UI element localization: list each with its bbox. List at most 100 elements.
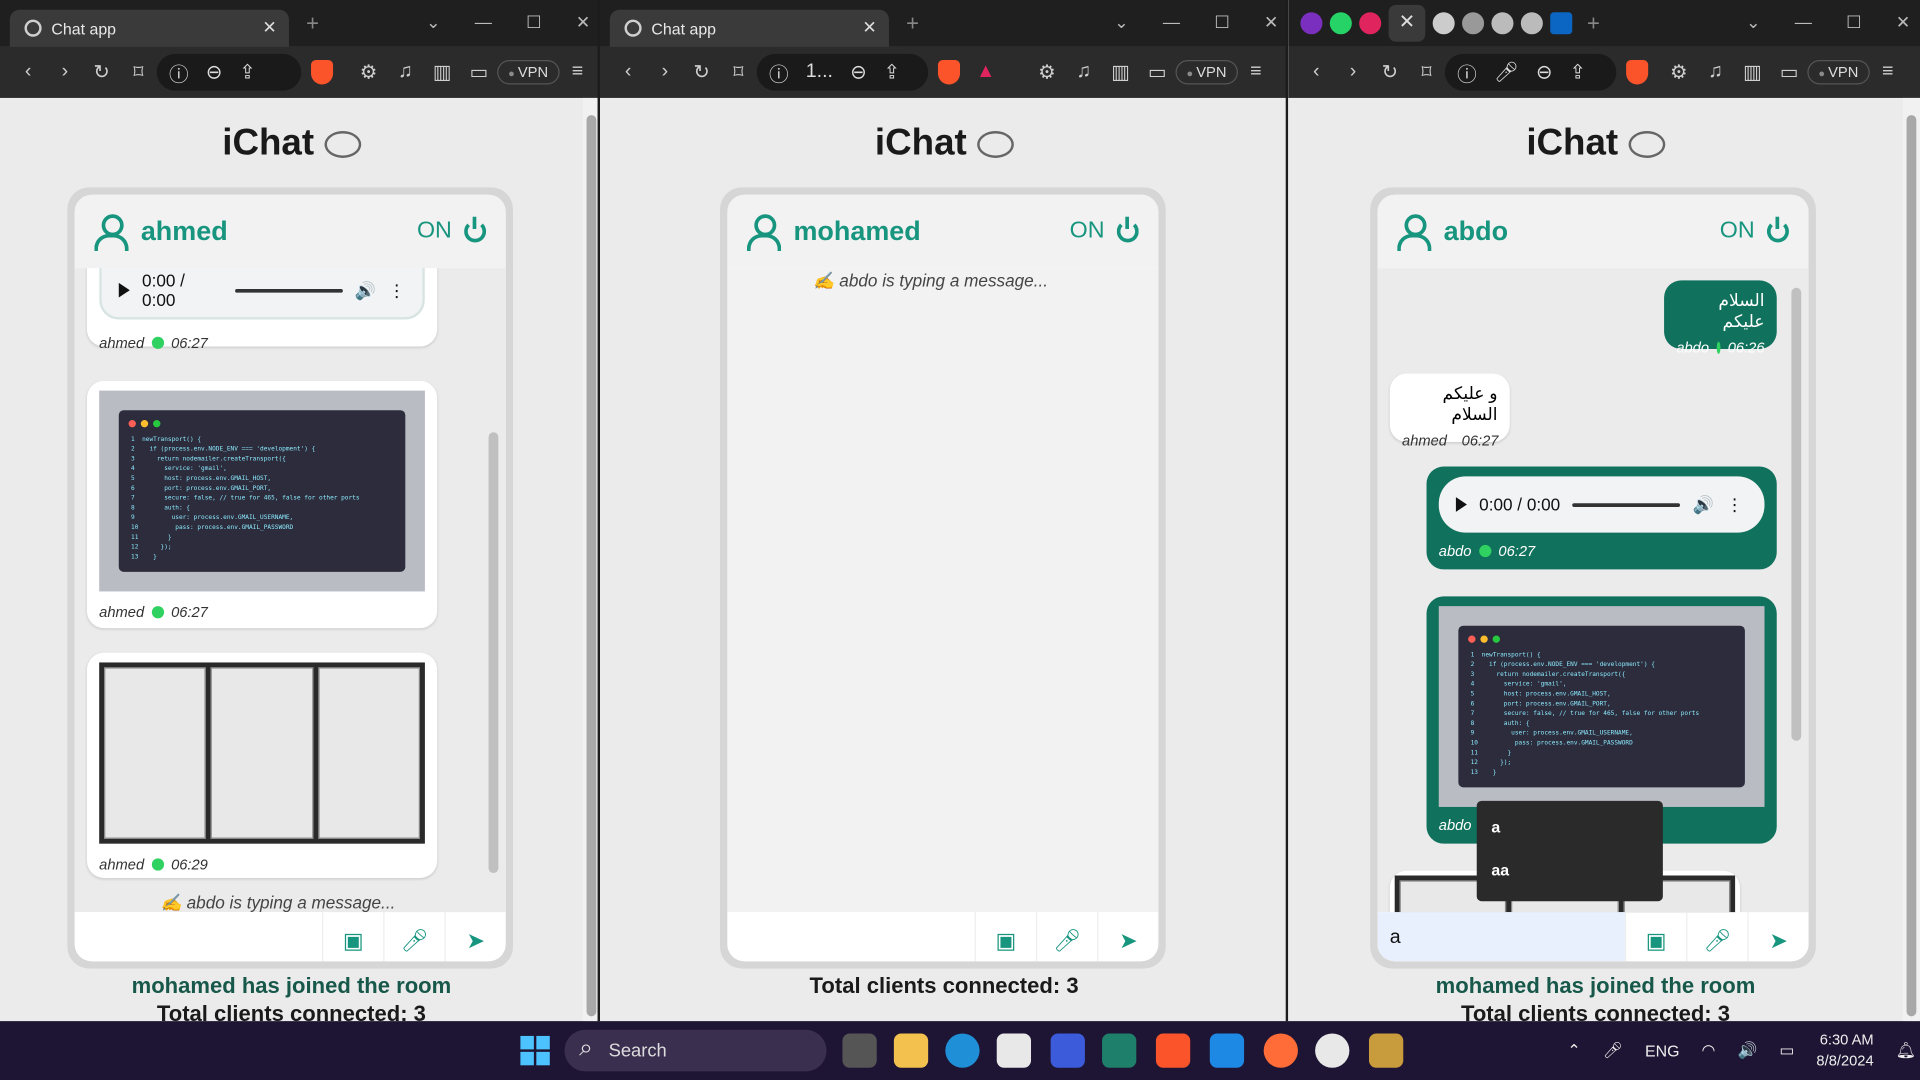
share-icon[interactable]: ⇪ bbox=[884, 60, 900, 84]
mongodb-icon[interactable] bbox=[1315, 1033, 1350, 1068]
new-tab-icon[interactable]: + bbox=[906, 10, 919, 36]
send-icon[interactable]: ➤ bbox=[1747, 912, 1808, 962]
close-tab-icon[interactable]: ✕ bbox=[862, 17, 876, 38]
bookmark-icon[interactable]: ⌑ bbox=[720, 60, 757, 84]
send-icon[interactable]: ➤ bbox=[1097, 912, 1158, 962]
brave-rewards-icon[interactable]: ▲ bbox=[967, 61, 1004, 83]
status-toggle[interactable]: ON bbox=[1720, 216, 1789, 245]
github-tab-icon[interactable] bbox=[1520, 12, 1543, 35]
pinned-tab-icon[interactable] bbox=[1300, 12, 1323, 35]
zoom-icon[interactable]: ⊖ bbox=[850, 60, 866, 84]
status-toggle[interactable]: ON bbox=[417, 216, 487, 245]
send-icon[interactable]: ➤ bbox=[444, 912, 505, 962]
share-icon[interactable]: ⇪ bbox=[239, 60, 255, 84]
extensions-icon[interactable]: ⚙ bbox=[350, 60, 387, 84]
tab-list-icon[interactable]: ⌄ bbox=[1114, 12, 1128, 33]
vscode-icon[interactable] bbox=[1209, 1033, 1245, 1068]
postman-icon[interactable] bbox=[1263, 1033, 1298, 1068]
image-upload-icon[interactable]: ▣ bbox=[1624, 912, 1686, 962]
maximize-icon[interactable]: ☐ bbox=[1214, 12, 1229, 33]
tab-list-icon[interactable]: ⌄ bbox=[1746, 12, 1760, 33]
reload-icon[interactable]: ↻ bbox=[683, 60, 720, 84]
code-image[interactable]: 1 newTransport() {2 if (process.env.NODE… bbox=[99, 390, 425, 592]
language-indicator[interactable]: ENG bbox=[1645, 1041, 1679, 1059]
app-icon[interactable] bbox=[1050, 1033, 1085, 1068]
taskbar-search[interactable]: Search bbox=[564, 1029, 827, 1072]
new-tab-icon[interactable]: + bbox=[306, 10, 319, 36]
forward-icon[interactable]: › bbox=[47, 61, 84, 83]
minimize-icon[interactable]: — bbox=[1163, 12, 1180, 33]
microphone-icon[interactable]: 🎤︎ bbox=[383, 912, 444, 962]
back-icon[interactable]: ‹ bbox=[10, 61, 47, 83]
more-icon[interactable]: ⋮ bbox=[388, 280, 405, 301]
autocomplete-option[interactable]: aa bbox=[1491, 861, 1648, 904]
sidebar-icon[interactable]: ▥ bbox=[424, 60, 461, 84]
forward-icon[interactable]: › bbox=[647, 61, 684, 83]
browser-tab[interactable]: Chat app ✕ bbox=[9, 9, 289, 47]
audio-player[interactable]: 0:00 / 0:00 🔊 ⋮ bbox=[99, 268, 425, 320]
back-icon[interactable]: ‹ bbox=[1298, 61, 1335, 83]
address-bar[interactable]: ⓘ ⊖ ⇪ bbox=[156, 53, 302, 91]
message-input[interactable] bbox=[74, 912, 323, 962]
message-input[interactable] bbox=[727, 912, 975, 962]
zoom-icon[interactable]: ⊖ bbox=[1536, 60, 1552, 84]
clock[interactable]: 6:30 AM 8/8/2024 bbox=[1816, 1030, 1873, 1072]
minimize-icon[interactable]: — bbox=[1795, 12, 1812, 33]
zoom-icon[interactable]: ⊖ bbox=[206, 60, 222, 84]
vpn-button[interactable]: VPN bbox=[1807, 60, 1870, 85]
menu-icon[interactable]: ≡ bbox=[1869, 61, 1906, 83]
play-icon[interactable] bbox=[1455, 497, 1467, 512]
task-view-icon[interactable] bbox=[842, 1033, 877, 1068]
back-icon[interactable]: ‹ bbox=[610, 61, 647, 83]
share-icon[interactable]: ⇪ bbox=[1569, 60, 1585, 84]
close-tab-icon[interactable]: ✕ bbox=[262, 17, 276, 38]
wifi-icon[interactable]: ◠ bbox=[1702, 1041, 1716, 1061]
wallet-icon[interactable]: ▭ bbox=[1771, 60, 1808, 84]
code-image[interactable]: 1 newTransport() {2 if (process.env.NODE… bbox=[1438, 606, 1765, 807]
sidebar-icon[interactable]: ▥ bbox=[1734, 60, 1771, 84]
wallet-icon[interactable]: ▭ bbox=[1139, 60, 1176, 84]
site-info-icon[interactable]: ⓘ bbox=[769, 58, 789, 87]
audio-player[interactable]: 0:00 / 0:00 🔊 ⋮ bbox=[1438, 476, 1765, 533]
volume-icon[interactable]: 🔊 bbox=[355, 280, 376, 301]
new-tab-icon[interactable]: + bbox=[1587, 10, 1600, 36]
brave-shields-icon[interactable] bbox=[937, 60, 961, 85]
site-info-icon[interactable]: ⓘ bbox=[1457, 58, 1477, 87]
brave-icon[interactable] bbox=[1155, 1033, 1191, 1068]
linkedin-tab-icon[interactable] bbox=[1550, 12, 1573, 35]
tab-list-icon[interactable]: ⌄ bbox=[426, 12, 440, 33]
vpn-button[interactable]: VPN bbox=[1175, 60, 1238, 85]
more-icon[interactable]: ⋮ bbox=[1726, 494, 1743, 515]
messages-scrollbar[interactable] bbox=[1139, 273, 1154, 907]
brave-shields-icon[interactable] bbox=[311, 60, 334, 85]
volume-tray-icon[interactable]: 🔊 bbox=[1737, 1041, 1757, 1061]
play-icon[interactable] bbox=[118, 282, 130, 298]
microphone-icon[interactable]: 🎤︎ bbox=[1035, 912, 1097, 962]
store-icon[interactable] bbox=[996, 1033, 1032, 1068]
media-icon[interactable]: ♫ bbox=[387, 61, 424, 83]
maximize-icon[interactable]: ☐ bbox=[526, 12, 541, 33]
github-tab-icon[interactable] bbox=[1491, 12, 1514, 35]
app-icon[interactable] bbox=[1102, 1033, 1137, 1068]
messages-scrollbar[interactable] bbox=[1789, 273, 1804, 907]
close-window-icon[interactable]: ✕ bbox=[1896, 12, 1910, 33]
image-upload-icon[interactable]: ▣ bbox=[322, 912, 383, 962]
media-icon[interactable]: ♫ bbox=[1697, 61, 1734, 83]
close-window-icon[interactable]: ✕ bbox=[1264, 12, 1278, 33]
extensions-icon[interactable]: ⚙ bbox=[1029, 60, 1066, 84]
whatsapp-tab-icon[interactable] bbox=[1329, 12, 1352, 35]
autocomplete-option[interactable]: a bbox=[1491, 818, 1648, 861]
sidebar-icon[interactable]: ▥ bbox=[1102, 60, 1139, 84]
power-icon[interactable] bbox=[1116, 216, 1139, 243]
openai-tab-icon[interactable] bbox=[1432, 12, 1455, 35]
pinned-tab-icon[interactable] bbox=[1359, 12, 1382, 35]
battery-icon[interactable]: ▭ bbox=[1779, 1041, 1794, 1061]
messages-scrollbar[interactable] bbox=[486, 273, 501, 907]
file-explorer-icon[interactable] bbox=[893, 1033, 929, 1068]
bookmark-icon[interactable]: ⌑ bbox=[120, 60, 157, 84]
menu-icon[interactable]: ≡ bbox=[1238, 61, 1275, 83]
edge-icon[interactable] bbox=[945, 1033, 980, 1068]
chevron-up-icon[interactable]: ⌃ bbox=[1567, 1041, 1580, 1061]
start-icon[interactable] bbox=[520, 1035, 550, 1066]
bookmark-icon[interactable]: ⌑ bbox=[1408, 60, 1445, 84]
